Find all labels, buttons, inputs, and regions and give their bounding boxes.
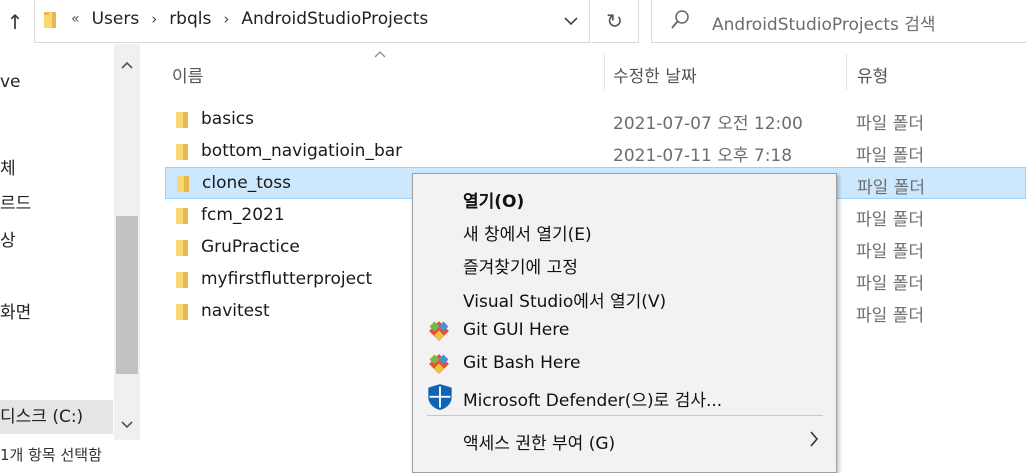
menu-item-label: 열기(O) xyxy=(463,192,525,212)
menu-item-give-access[interactable]: 액세스 권한 부여 (G) xyxy=(413,423,836,456)
menu-item-label: Microsoft Defender(으)로 검사... xyxy=(463,391,723,411)
git-icon xyxy=(429,354,449,374)
menu-item-git-gui[interactable]: Git GUI Here xyxy=(413,314,836,347)
git-icon xyxy=(429,321,449,341)
scroll-up-button[interactable] xyxy=(114,52,140,78)
file-type: 파일 폴더 xyxy=(856,114,924,134)
chevron-right-icon xyxy=(810,431,819,447)
breadcrumb-separator-icon[interactable]: › xyxy=(223,10,229,28)
address-history-dropdown-button[interactable] xyxy=(557,7,585,35)
breadcrumb-item-rbqls[interactable]: rbqls xyxy=(169,9,211,29)
address-bar-row: ↑ « Users › rbqls › AndroidStudioProject… xyxy=(0,0,1026,44)
folder-icon xyxy=(176,272,188,288)
sort-ascending-icon xyxy=(374,46,386,62)
file-type: 파일 폴더 xyxy=(856,274,924,294)
menu-item-label: 액세스 권한 부여 (G) xyxy=(463,434,616,454)
file-name: bottom_navigatioin_bar xyxy=(201,141,403,161)
folder-icon xyxy=(44,12,56,28)
folder-icon xyxy=(177,176,189,192)
folder-icon xyxy=(176,240,188,256)
breadcrumb-overflow-button[interactable]: « xyxy=(71,11,80,27)
menu-item-open-visual-studio[interactable]: Visual Studio에서 열기(V) xyxy=(413,281,836,314)
file-type: 파일 폴더 xyxy=(856,306,924,326)
menu-item-label: 새 창에서 열기(E) xyxy=(463,225,592,245)
chevron-down-icon xyxy=(564,17,578,26)
up-arrow-icon: ↑ xyxy=(6,10,24,34)
file-type: 파일 폴더 xyxy=(856,210,924,230)
scrollbar-thumb[interactable] xyxy=(116,216,138,374)
up-arrow-button[interactable]: ↑ xyxy=(0,0,30,44)
file-name: myfirstflutterproject xyxy=(201,269,373,289)
scroll-down-button[interactable] xyxy=(114,412,140,438)
chevron-up-icon xyxy=(121,61,133,69)
breadcrumb-separator-icon[interactable]: › xyxy=(151,10,157,28)
menu-item-label: 즐겨찾기에 고정 xyxy=(463,258,578,278)
file-row[interactable]: basics 2021-07-07 오전 12:00 파일 폴더 xyxy=(165,104,1026,136)
nav-item-local-disk-c[interactable]: 디스크 (C:) xyxy=(0,400,113,434)
file-name: clone_toss xyxy=(202,173,291,193)
menu-item-defender-scan[interactable]: Microsoft Defender(으)로 검사... xyxy=(413,380,836,413)
nav-item[interactable]: 르드 xyxy=(0,189,31,214)
refresh-icon: ↻ xyxy=(606,8,623,33)
menu-item-open-new-window[interactable]: 새 창에서 열기(E) xyxy=(413,214,836,247)
status-bar-text: 1개 항목 선택함 xyxy=(0,446,102,464)
menu-separator xyxy=(427,415,823,416)
nav-item[interactable]: 화면 xyxy=(0,298,31,323)
nav-item[interactable]: ve xyxy=(0,72,21,92)
file-type: 파일 폴더 xyxy=(856,242,924,262)
file-type: 파일 폴더 xyxy=(857,178,925,198)
context-menu: 열기(O) 새 창에서 열기(E) 즐겨찾기에 고정 Visual Studio… xyxy=(412,173,837,473)
file-date: 2021-07-07 오전 12:00 xyxy=(613,114,803,134)
column-divider[interactable] xyxy=(604,54,605,90)
search-box[interactable]: AndroidStudioProjects 검색 xyxy=(651,0,1026,43)
menu-item-open[interactable]: 열기(O) xyxy=(413,181,836,214)
refresh-button[interactable]: ↻ xyxy=(591,0,639,43)
chevron-down-icon xyxy=(121,421,133,429)
file-row[interactable]: bottom_navigatioin_bar 2021-07-11 오후 7:1… xyxy=(165,136,1026,168)
file-name: fcm_2021 xyxy=(201,205,285,225)
file-name: basics xyxy=(201,109,254,129)
menu-item-label: Git Bash Here xyxy=(463,353,581,373)
search-icon xyxy=(671,10,689,29)
menu-item-git-bash[interactable]: Git Bash Here xyxy=(413,347,836,380)
defender-shield-icon xyxy=(428,384,452,410)
menu-item-pin-quick-access[interactable]: 즐겨찾기에 고정 xyxy=(413,247,836,280)
search-input[interactable]: AndroidStudioProjects 검색 xyxy=(712,10,936,35)
breadcrumb: « Users › rbqls › AndroidStudioProjects xyxy=(71,9,428,29)
nav-item[interactable]: 체 xyxy=(0,154,16,179)
folder-icon xyxy=(176,208,188,224)
column-divider[interactable] xyxy=(846,54,847,90)
navigation-pane-scrollbar[interactable] xyxy=(114,44,140,440)
breadcrumb-item-androidstudioprojects[interactable]: AndroidStudioProjects xyxy=(241,9,428,29)
menu-item-label: Git GUI Here xyxy=(463,320,570,340)
folder-icon xyxy=(176,304,188,320)
file-type: 파일 폴더 xyxy=(856,146,924,166)
nav-item[interactable]: 상 xyxy=(0,226,16,251)
file-name: navitest xyxy=(201,301,270,321)
breadcrumb-item-users[interactable]: Users xyxy=(92,9,140,29)
file-name: GruPractice xyxy=(201,237,300,257)
folder-icon xyxy=(176,112,188,128)
folder-icon xyxy=(176,144,188,160)
file-date: 2021-07-11 오후 7:18 xyxy=(613,146,793,166)
menu-item-label: Visual Studio에서 열기(V) xyxy=(463,292,667,312)
address-bar[interactable]: « Users › rbqls › AndroidStudioProjects xyxy=(34,0,590,43)
